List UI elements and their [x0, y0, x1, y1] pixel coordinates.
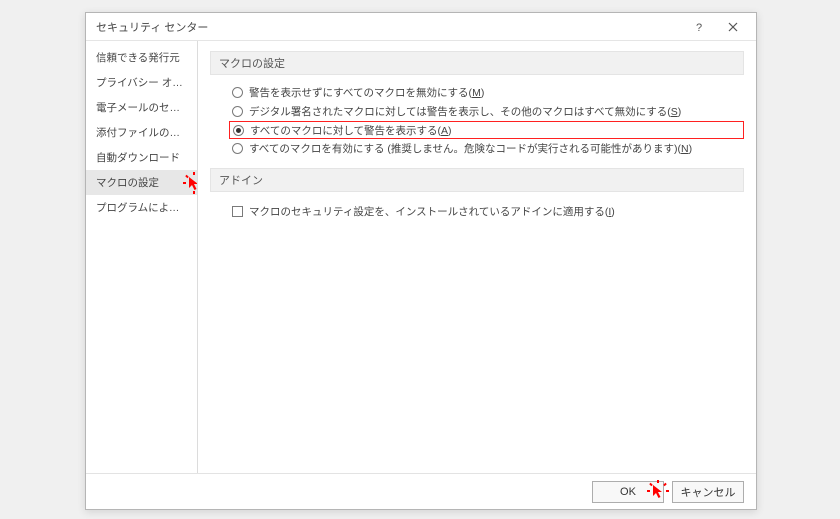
radio-icon — [233, 125, 244, 136]
sidebar-item-label: プライバシー オプション — [96, 77, 197, 89]
help-button[interactable]: ? — [682, 14, 716, 40]
radio-label: すべてのマクロを有効にする (推奨しません。危険なコードが実行される可能性があり… — [249, 141, 692, 156]
macro-radio-group: 警告を表示せずにすべてのマクロを無効にする(M) デジタル署名されたマクロに対し… — [210, 81, 744, 168]
sidebar-item-label: 信頼できる発行元 — [96, 52, 180, 64]
annotation-cursor-ok — [647, 480, 669, 502]
sidebar-item-label: プログラムによるアクセス — [96, 202, 197, 214]
checkbox-label: マクロのセキュリティ設定を、インストールされているアドインに適用する(I) — [249, 204, 615, 219]
macro-option-disable-no-warn[interactable]: 警告を表示せずにすべてのマクロを無効にする(M) — [232, 83, 744, 102]
macro-section-title: マクロの設定 — [210, 51, 744, 75]
sidebar-item-email-security[interactable]: 電子メールのセキュリティ — [86, 95, 197, 120]
addin-apply-macro-security-checkbox[interactable]: マクロのセキュリティ設定を、インストールされているアドインに適用する(I) — [232, 204, 744, 219]
dialog-title: セキュリティ センター — [96, 19, 682, 35]
checkbox-icon — [232, 206, 243, 217]
sidebar-item-label: 自動ダウンロード — [96, 152, 180, 164]
radio-icon — [232, 106, 243, 117]
sidebar-item-macro-settings[interactable]: マクロの設定 — [86, 170, 197, 195]
macro-option-warn-all[interactable]: すべてのマクロに対して警告を表示する(A) — [229, 121, 744, 139]
cancel-button[interactable]: キャンセル — [672, 481, 744, 503]
radio-icon — [232, 87, 243, 98]
sidebar: 信頼できる発行元 プライバシー オプション 電子メールのセキュリティ 添付ファイ… — [86, 41, 198, 473]
sidebar-item-label: 添付ファイルの取り扱い — [96, 127, 197, 139]
sidebar-item-privacy-options[interactable]: プライバシー オプション — [86, 70, 197, 95]
sidebar-item-label: マクロの設定 — [96, 177, 159, 189]
radio-icon — [232, 143, 243, 154]
annotation-cursor-sidebar — [183, 172, 197, 194]
radio-label: デジタル署名されたマクロに対しては警告を表示し、その他のマクロはすべて無効にする… — [249, 104, 681, 119]
ok-button-label: OK — [620, 486, 636, 498]
macro-option-enable-all[interactable]: すべてのマクロを有効にする (推奨しません。危険なコードが実行される可能性があり… — [232, 139, 744, 158]
ok-button[interactable]: OK — [592, 481, 664, 503]
dialog-footer: OK キャンセル — [86, 473, 756, 509]
radio-label: すべてのマクロに対して警告を表示する(A) — [250, 123, 452, 138]
sidebar-item-programmatic-access[interactable]: プログラムによるアクセス — [86, 195, 197, 220]
dialog-body: 信頼できる発行元 プライバシー オプション 電子メールのセキュリティ 添付ファイ… — [86, 41, 756, 473]
cancel-button-label: キャンセル — [681, 484, 736, 500]
macro-option-signed-only[interactable]: デジタル署名されたマクロに対しては警告を表示し、その他のマクロはすべて無効にする… — [232, 102, 744, 121]
addin-check-group: マクロのセキュリティ設定を、インストールされているアドインに適用する(I) — [210, 198, 744, 229]
content-pane: マクロの設定 警告を表示せずにすべてのマクロを無効にする(M) デジタル署名され… — [198, 41, 756, 473]
close-icon — [728, 22, 738, 32]
security-center-dialog: セキュリティ センター ? 信頼できる発行元 プライバシー オプション 電子メー… — [85, 12, 757, 510]
sidebar-item-attachment-handling[interactable]: 添付ファイルの取り扱い — [86, 120, 197, 145]
sidebar-item-automatic-download[interactable]: 自動ダウンロード — [86, 145, 197, 170]
titlebar: セキュリティ センター ? — [86, 13, 756, 41]
close-button[interactable] — [716, 14, 750, 40]
radio-label: 警告を表示せずにすべてのマクロを無効にする(M) — [249, 85, 484, 100]
help-icon: ? — [694, 21, 704, 33]
sidebar-item-label: 電子メールのセキュリティ — [96, 102, 197, 114]
sidebar-item-trusted-publishers[interactable]: 信頼できる発行元 — [86, 45, 197, 70]
addin-section-title: アドイン — [210, 168, 744, 192]
svg-text:?: ? — [696, 22, 702, 33]
